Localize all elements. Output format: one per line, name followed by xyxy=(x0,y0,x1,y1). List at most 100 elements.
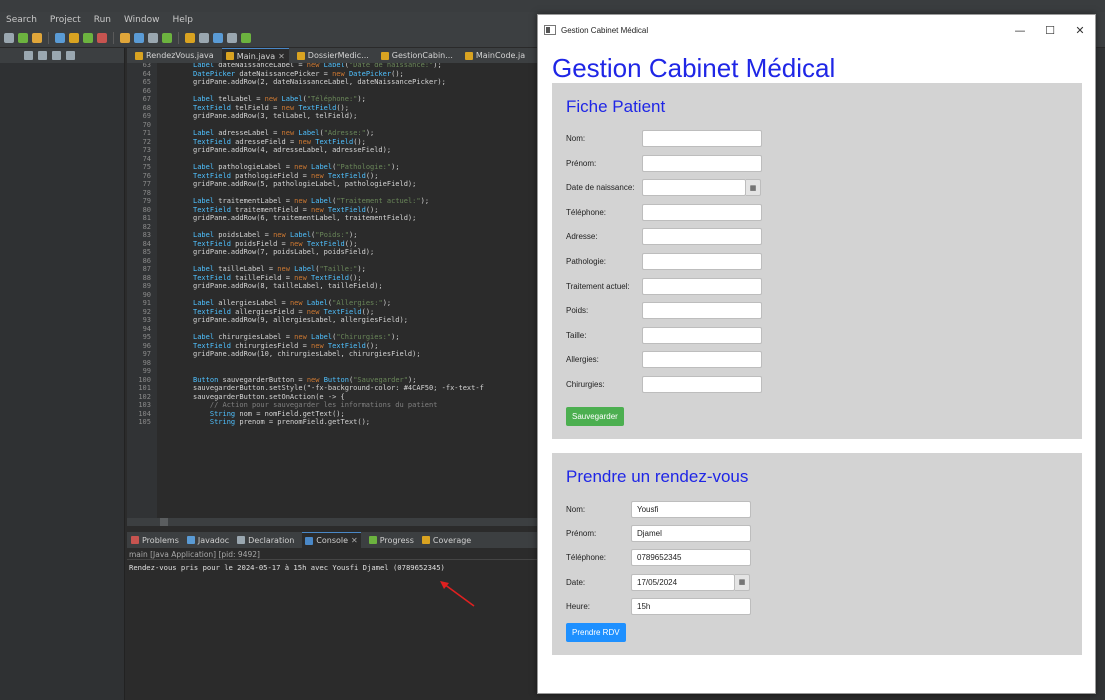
close-tab-icon[interactable]: ✕ xyxy=(278,52,285,61)
toolbar-icon[interactable] xyxy=(241,32,251,43)
toolbar-icon[interactable] xyxy=(55,32,65,43)
code-line: 70 xyxy=(127,121,539,129)
fiche-field-taille[interactable] xyxy=(642,326,762,344)
code-text: // Action pour sauvegarder les informati… xyxy=(193,401,438,409)
rdv-field-prenom[interactable] xyxy=(631,525,751,543)
fiche-field-traitement-actuel[interactable] xyxy=(642,277,762,295)
code-text: TextField traitementField = new TextFiel… xyxy=(193,205,379,214)
menu-item-help[interactable]: Help xyxy=(172,15,193,25)
toolbar-icon[interactable] xyxy=(97,32,107,43)
package-explorer-panel xyxy=(0,48,125,700)
line-number: 92 xyxy=(142,307,151,316)
rdv-field-date[interactable] xyxy=(631,573,735,591)
code-editor[interactable]: 63 Label dateNaissanceLabel = new Label("… xyxy=(127,63,539,518)
editor-tab-rendezvous-java[interactable]: RendezVous.java xyxy=(131,48,218,63)
console-tabbar: Problems Javadoc Declaration Console ✕ Progre… xyxy=(127,532,539,548)
editor-tab-gestioncabin[interactable]: GestionCabin... xyxy=(377,48,457,63)
toolbar-icon[interactable] xyxy=(120,32,130,43)
console-process-label: main [Java Application] [pid: 9492] xyxy=(127,548,539,560)
maximize-view-icon[interactable] xyxy=(66,51,75,60)
menu-item-run[interactable]: Run xyxy=(94,15,111,25)
fiche-field-pathologie[interactable] xyxy=(642,253,762,270)
toolbar-icon[interactable] xyxy=(134,32,144,43)
console-tab-label: Javadoc xyxy=(197,535,230,545)
fiche-field-allergies[interactable] xyxy=(642,351,762,369)
fiche-field-nom[interactable] xyxy=(642,130,762,147)
fiche-field-adresse[interactable] xyxy=(642,228,762,246)
close-button[interactable]: ✕ xyxy=(1065,15,1095,45)
line-number: 73 xyxy=(142,146,151,154)
menu-item-window[interactable]: Window xyxy=(124,15,160,25)
rdv-field-heure[interactable] xyxy=(631,597,751,615)
toolbar-icon[interactable] xyxy=(32,32,42,43)
editor-tab-main-java[interactable]: Main.java ✕ xyxy=(221,48,289,63)
code-line: 63 Label dateNaissanceLabel = new Label("… xyxy=(127,63,539,69)
toolbar-icon[interactable] xyxy=(69,32,79,43)
code-line: 65 gridPane.addRow(2, dateNaissanceLabel,… xyxy=(127,78,539,86)
app-window-icon xyxy=(544,25,556,35)
toolbar-icon[interactable] xyxy=(199,32,209,43)
package-explorer-icon[interactable] xyxy=(24,51,33,60)
minimize-button[interactable]: — xyxy=(1005,15,1035,45)
code-text: Label allergiesLabel = new Label("Allerg… xyxy=(193,299,392,307)
line-number: 72 xyxy=(142,137,151,146)
java-file-icon xyxy=(380,51,389,60)
problems-icon xyxy=(131,536,139,544)
toolbar-icon[interactable] xyxy=(185,32,195,43)
toolbar-icon[interactable] xyxy=(83,32,93,43)
console-tab-console[interactable]: Console ✕ xyxy=(302,532,361,548)
code-text: Button sauvegarderButton = new Button("S… xyxy=(193,375,417,384)
code-line: 83 Label poidsLabel = new Label("Poids:")… xyxy=(127,231,539,239)
code-text: gridPane.addRow(8, tailleLabel, tailleFi… xyxy=(193,282,383,290)
close-tab-icon[interactable]: ✕ xyxy=(351,536,358,545)
calendar-icon[interactable]: ▦ xyxy=(746,179,761,197)
line-number: 95 xyxy=(142,333,151,341)
toolbar-icon[interactable] xyxy=(213,32,223,43)
editor-horizontal-scrollbar[interactable] xyxy=(127,518,539,526)
toolbar-icon[interactable] xyxy=(18,32,28,43)
console-tab-progress[interactable]: Progress xyxy=(368,535,414,545)
fiche-label-nom: Nom: xyxy=(566,134,586,143)
fiche-label-allergies: Allergies: xyxy=(566,355,599,365)
fiche-field-telephone[interactable] xyxy=(642,203,762,221)
editor-tab-label: RendezVous.java xyxy=(146,51,214,60)
code-text: Label dateNaissanceLabel = new Label("Da… xyxy=(193,63,442,69)
toolbar-icon[interactable] xyxy=(227,32,237,43)
fiche-label-prenom: Prénom: xyxy=(566,158,597,168)
calendar-icon[interactable]: ▦ xyxy=(735,573,750,591)
console-tab-declaration[interactable]: Declaration xyxy=(237,536,294,545)
outline-icon[interactable] xyxy=(38,51,47,60)
fiche-field-chirurgies[interactable] xyxy=(642,376,762,393)
toolbar-icon[interactable] xyxy=(4,32,14,43)
code-line: 71 Label adresseLabel = new Label("Adress… xyxy=(127,129,539,137)
console-tab-problems[interactable]: Problems xyxy=(131,536,179,545)
line-number: 84 xyxy=(142,239,151,248)
prendre-rdv-button[interactable]: Prendre RDV xyxy=(566,623,626,642)
toolbar-icon[interactable] xyxy=(162,32,172,43)
window-titlebar[interactable]: Gestion Cabinet Médical — ☐ ✕ xyxy=(538,15,1095,45)
menu-item-project[interactable]: Project xyxy=(50,15,81,25)
scrollbar-thumb[interactable] xyxy=(160,518,168,526)
fiche-field-poids[interactable] xyxy=(642,302,762,320)
console-tab-coverage[interactable]: Coverage xyxy=(421,536,471,545)
line-number: 76 xyxy=(142,171,151,180)
minimize-view-icon[interactable] xyxy=(52,51,61,60)
editor-tab-label: MainCode.ja xyxy=(475,51,526,60)
console-tab-label: Progress xyxy=(379,535,414,545)
editor-tab-dossiermedic[interactable]: DossierMedic... xyxy=(293,48,373,63)
rdv-field-nom[interactable] xyxy=(631,501,751,518)
fiche-label-adresse: Adresse: xyxy=(566,232,598,242)
toolbar-icon[interactable] xyxy=(148,32,158,43)
save-button[interactable]: Sauvegarder xyxy=(566,407,624,426)
line-number: 88 xyxy=(142,273,151,282)
code-text: Label tailleLabel = new Label("Taille:")… xyxy=(193,265,366,273)
fiche-field-date-de-naissance[interactable] xyxy=(642,179,746,197)
maximize-button[interactable]: ☐ xyxy=(1035,15,1065,45)
fiche-field-prenom[interactable] xyxy=(642,154,762,172)
line-number: 83 xyxy=(142,231,151,239)
menu-item-search[interactable]: Search xyxy=(6,15,37,25)
editor-tab-maincode-ja[interactable]: MainCode.ja xyxy=(461,48,529,63)
console-tab-javadoc[interactable]: Javadoc xyxy=(186,535,230,545)
rdv-field-telephone[interactable] xyxy=(631,549,751,567)
code-text: Label telLabel = new Label("Téléphone:")… xyxy=(193,95,366,103)
